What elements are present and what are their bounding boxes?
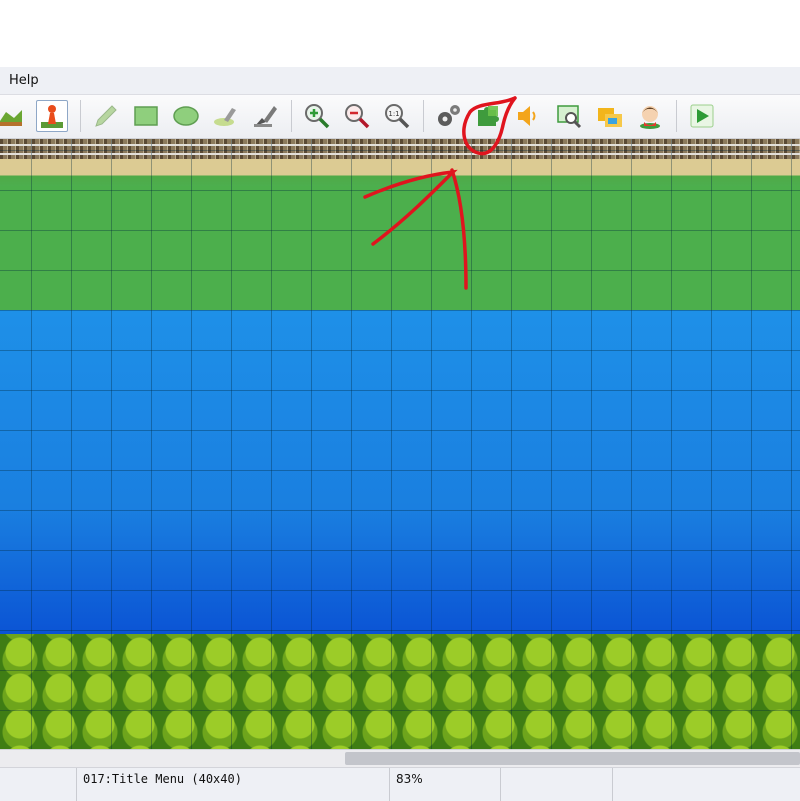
top-blank-area (0, 0, 800, 67)
ellipse-tool-button[interactable] (170, 100, 202, 132)
database-button[interactable] (432, 100, 464, 132)
zoom-in-button[interactable] (301, 100, 333, 132)
zoom-out-icon (345, 104, 370, 129)
speaker-icon (518, 106, 536, 126)
character-face-icon (640, 106, 660, 129)
pencil-tool-button[interactable] (89, 100, 121, 132)
sound-test-button[interactable] (512, 100, 544, 132)
play-icon (690, 104, 714, 128)
sand-tiles (0, 159, 800, 189)
grass-tiles (0, 186, 800, 310)
fill-bucket-icon (214, 108, 236, 126)
ellipse-icon (173, 106, 199, 126)
toolbar-separator (80, 100, 81, 132)
shadow-pen-tool-button[interactable] (250, 100, 282, 132)
zoom-actual-label: 1:1 (388, 110, 399, 118)
map-mode-button[interactable] (0, 100, 26, 132)
water-tiles (0, 310, 800, 640)
railway-tiles (0, 139, 800, 159)
terrain-icon (0, 110, 22, 126)
scrollbar-thumb[interactable] (345, 752, 800, 765)
status-cell-empty (0, 768, 76, 801)
zoom-out-button[interactable] (341, 100, 373, 132)
map-canvas[interactable] (0, 139, 800, 749)
horizontal-scrollbar[interactable] (0, 749, 800, 767)
status-map-name: 017:Title Menu (40x40) (76, 768, 389, 801)
toolbar-separator (676, 100, 677, 132)
playtest-button[interactable] (686, 100, 718, 132)
zoom-actual-button[interactable]: 1:1 (381, 100, 413, 132)
status-cell-empty (500, 768, 612, 801)
menu-bar: Help (0, 67, 800, 95)
folders-icon (598, 108, 622, 127)
shadow-pen-icon (254, 106, 277, 127)
event-pawn-icon (41, 105, 63, 128)
status-bar: 017:Title Menu (40x40) 83% (0, 767, 800, 801)
toolbar-separator (423, 100, 424, 132)
toolbar: 1:1 (0, 95, 800, 139)
zoom-actual-icon: 1:1 (385, 104, 410, 129)
menu-help[interactable]: Help (0, 67, 48, 94)
plugin-manager-button[interactable] (472, 100, 504, 132)
status-cell-empty (612, 768, 800, 801)
event-mode-button[interactable] (36, 100, 68, 132)
rectangle-tool-button[interactable] (130, 100, 162, 132)
event-searcher-button[interactable] (553, 100, 585, 132)
flood-fill-tool-button[interactable] (210, 100, 242, 132)
zoom-in-icon (305, 104, 330, 129)
search-window-icon (557, 105, 582, 129)
forest-tiles (0, 634, 800, 749)
rectangle-icon (134, 106, 158, 126)
pencil-icon (95, 105, 117, 127)
puzzle-icon (478, 106, 499, 126)
rpg-maker-editor-window: Help 1:1 017:Title Menu (40x40) 83% (0, 0, 800, 801)
gear-icon (438, 105, 460, 126)
character-generator-button[interactable] (634, 100, 666, 132)
status-zoom: 83% (389, 768, 500, 801)
resource-manager-button[interactable] (594, 100, 626, 132)
toolbar-separator (291, 100, 292, 132)
